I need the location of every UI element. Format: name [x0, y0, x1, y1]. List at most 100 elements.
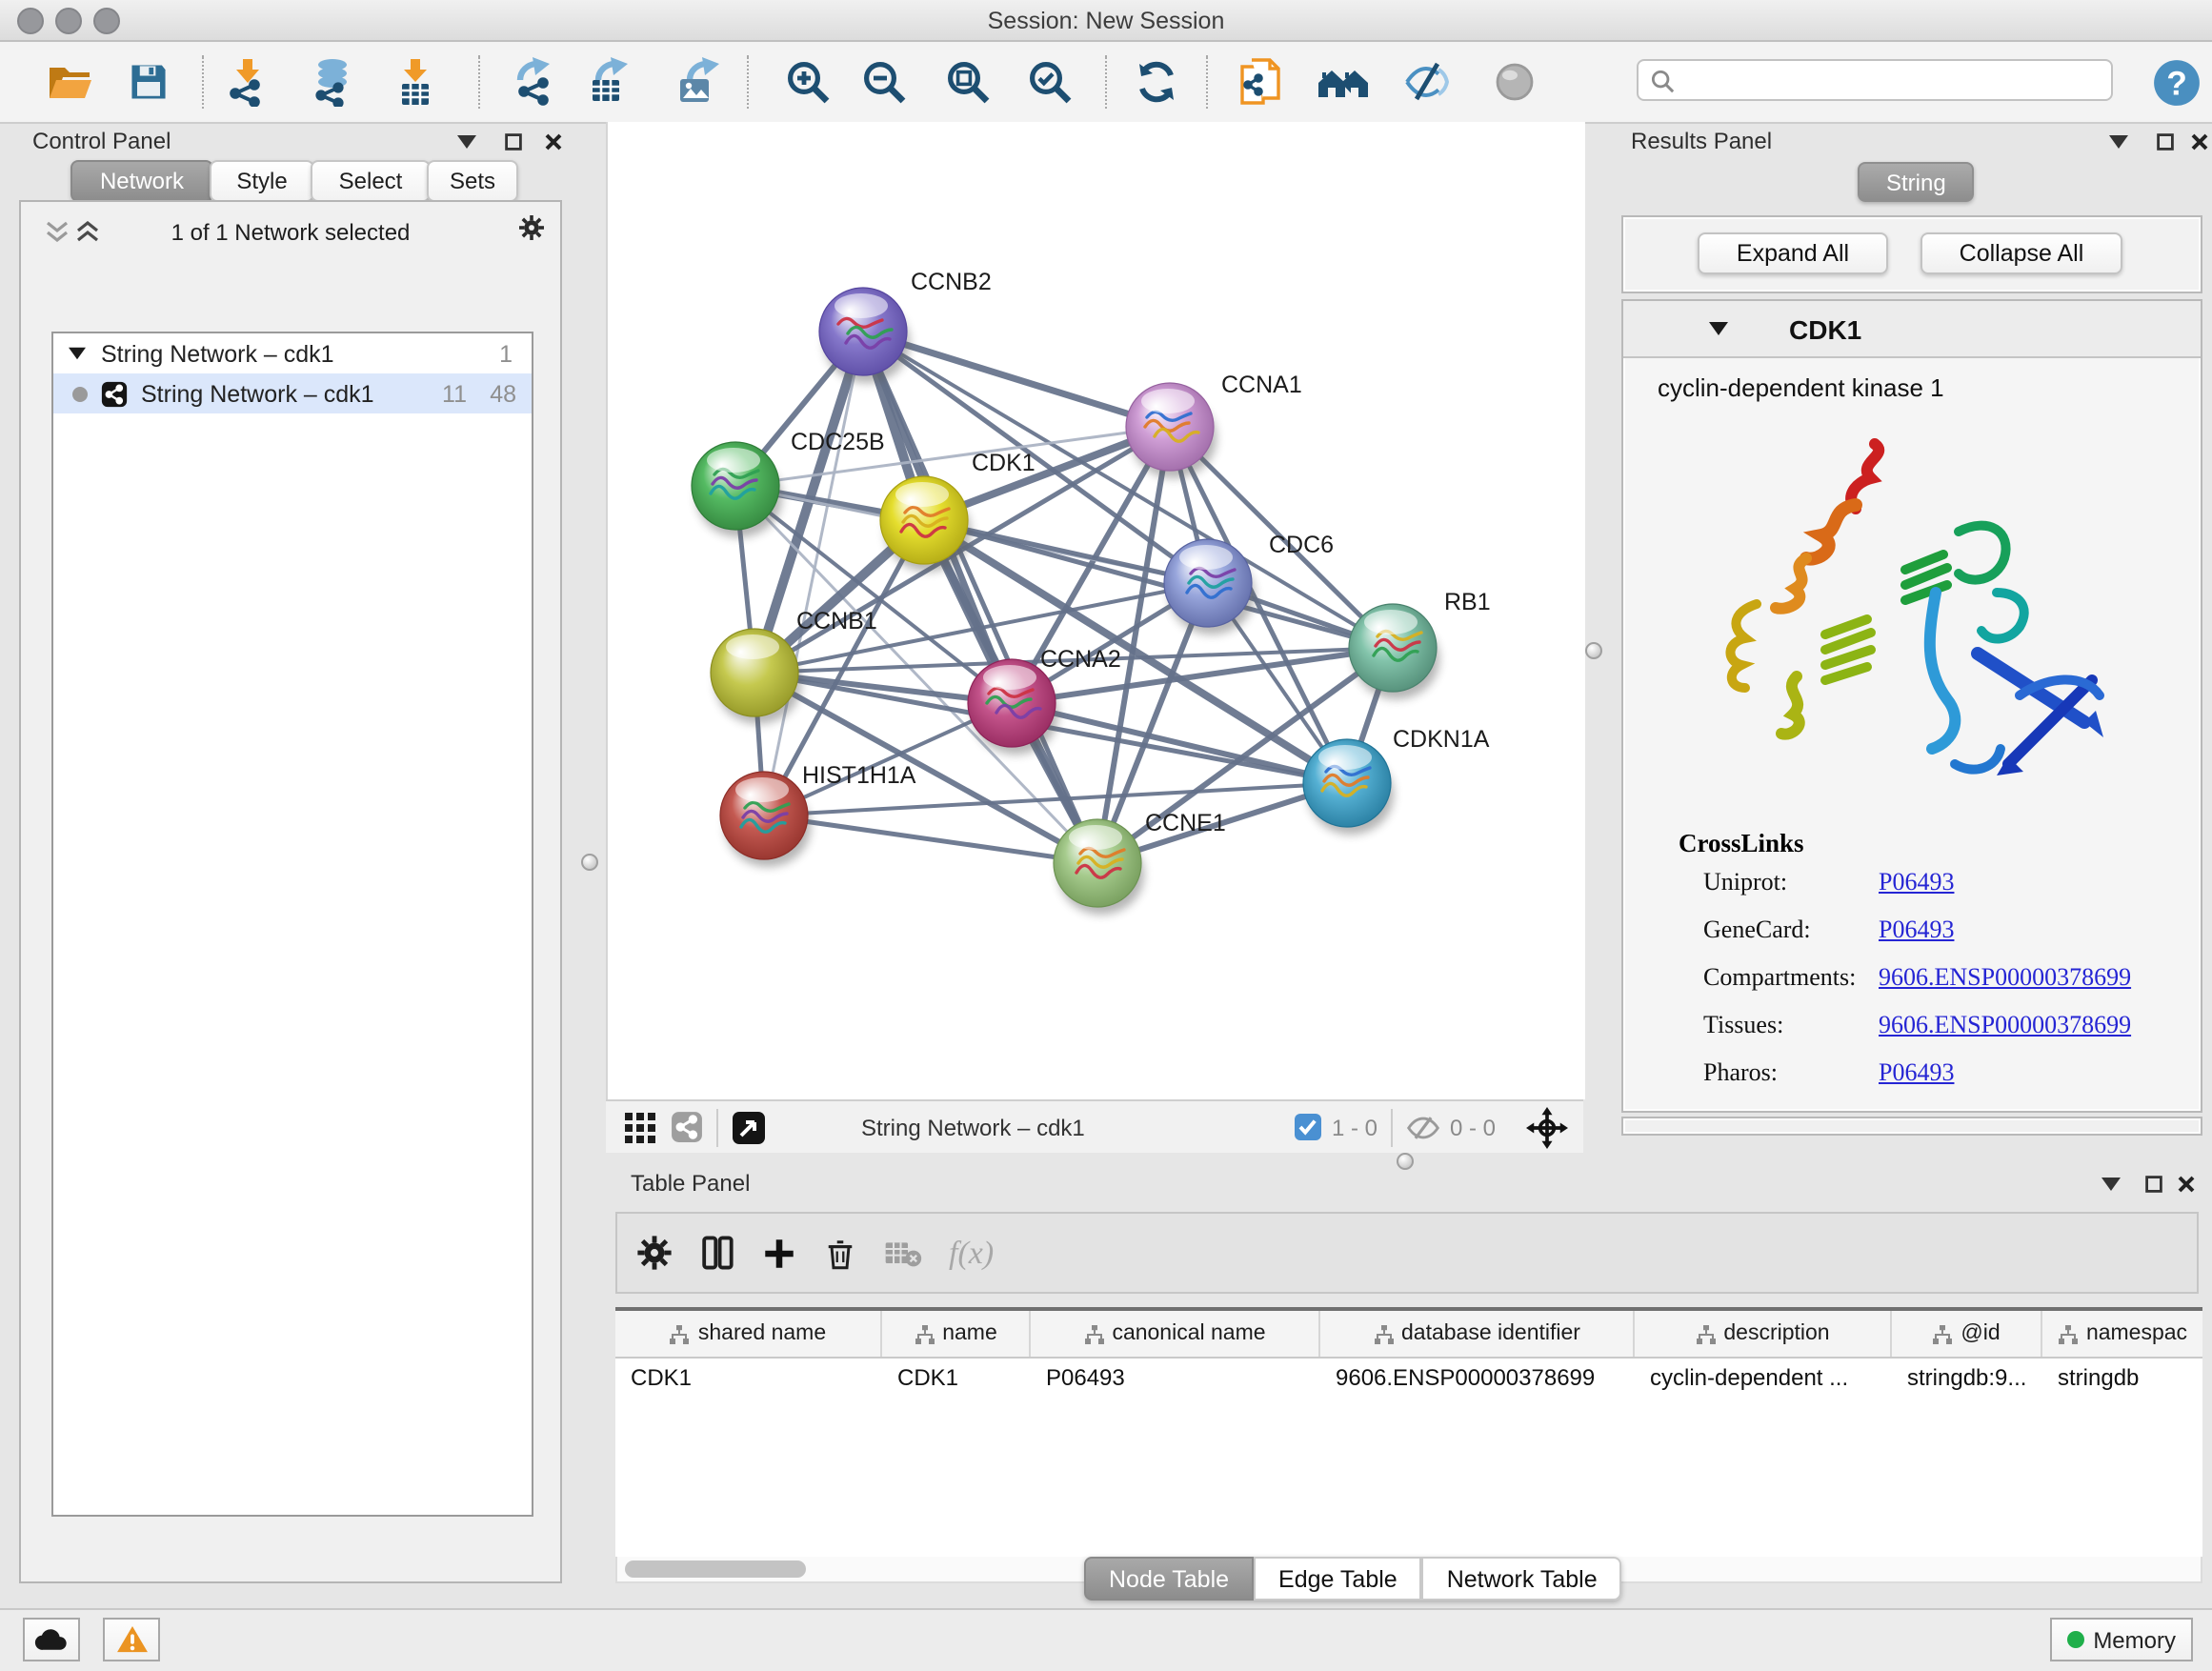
left-splitter-handle[interactable]: [581, 854, 598, 871]
control-panel-menu-button[interactable]: [453, 128, 480, 154]
export-image-button[interactable]: [667, 51, 728, 112]
show-graphics-details-button[interactable]: [1484, 51, 1545, 112]
selected-checkbox-icon[interactable]: [1294, 1113, 1322, 1141]
hidden-eye-icon[interactable]: [1406, 1114, 1440, 1140]
trash-icon: [823, 1236, 857, 1270]
delete-column-button[interactable]: [823, 1236, 857, 1270]
tab-style[interactable]: Style: [210, 160, 314, 202]
node-label: CCNB2: [911, 269, 992, 295]
warning-icon: [115, 1625, 148, 1654]
help-button[interactable]: ?: [2145, 51, 2206, 112]
delete-table-button[interactable]: [884, 1238, 922, 1268]
zoom-selected-button[interactable]: [1019, 51, 1080, 112]
string-view-button[interactable]: [671, 1111, 703, 1143]
column-header-canonical-name[interactable]: canonical name: [1031, 1311, 1320, 1357]
memory-button[interactable]: Memory: [2049, 1618, 2193, 1661]
column-header-database-identifier[interactable]: database identifier: [1320, 1311, 1635, 1357]
uniprot-link[interactable]: P06493: [1879, 867, 2201, 897]
network-canvas[interactable]: CCNB2CCNA1CDC25BCDK1CDC6RB1CCNB1CCNA2CDK…: [606, 122, 1585, 1099]
control-panel-float-button[interactable]: [499, 128, 526, 154]
network-node-HIST1H1A[interactable]: HIST1H1A: [720, 762, 916, 867]
main-toolbar: ?: [0, 42, 2212, 124]
zoom-in-button[interactable]: [777, 51, 838, 112]
add-column-button[interactable]: [762, 1236, 796, 1270]
export-network-button[interactable]: [505, 51, 566, 112]
network-node-CCNB1[interactable]: CCNB1: [711, 608, 877, 724]
tree-expander-icon[interactable]: [69, 347, 86, 360]
open-session-button[interactable]: [38, 51, 99, 112]
import-table-button[interactable]: [385, 51, 446, 112]
import-network-icon: [223, 57, 272, 107]
pan-crosshair-icon[interactable]: [1526, 1106, 1568, 1148]
tab-edge-table[interactable]: Edge Table: [1254, 1557, 1422, 1601]
export-table-button[interactable]: [579, 51, 640, 112]
network-edge[interactable]: [764, 815, 1097, 863]
enhanced-graphics-toggle-button[interactable]: [1397, 51, 1458, 112]
network-collection-row[interactable]: String Network – cdk1 1: [53, 333, 532, 373]
birds-eye-view-button[interactable]: [732, 1110, 766, 1144]
cloud-status-button[interactable]: [23, 1618, 80, 1661]
column-header-namespace[interactable]: namespac: [2042, 1311, 2202, 1357]
table-options-gear-button[interactable]: [636, 1235, 673, 1271]
close-icon: [544, 132, 561, 150]
eye-slash-icon: [1402, 57, 1452, 107]
close-icon: [2190, 132, 2207, 150]
string-import-button[interactable]: [1231, 51, 1292, 112]
network-node-CCNA1[interactable]: CCNA1: [1126, 372, 1302, 478]
pharos-link[interactable]: P06493: [1879, 1057, 2201, 1088]
table-panel-float-button[interactable]: [2140, 1170, 2166, 1197]
network-node-RB1[interactable]: RB1: [1349, 589, 1491, 699]
warnings-button[interactable]: [103, 1618, 160, 1661]
table-panel-menu-button[interactable]: [2098, 1170, 2124, 1197]
toolbar-separator: [1105, 55, 1107, 109]
gene-symbol: CDK1: [1789, 313, 1861, 344]
tab-node-table[interactable]: Node Table: [1084, 1557, 1254, 1601]
control-panel-close-button[interactable]: [539, 128, 566, 154]
apply-layout-button[interactable]: [1126, 51, 1187, 112]
toolbar-separator: [747, 55, 749, 109]
collapse-all-button[interactable]: Collapse All: [1920, 232, 2122, 274]
table-panel-close-button[interactable]: [2172, 1170, 2199, 1197]
import-network-database-button[interactable]: [301, 51, 362, 112]
tissues-link[interactable]: 9606.ENSP00000378699: [1879, 1010, 2201, 1040]
column-header-name[interactable]: name: [882, 1311, 1031, 1357]
column-header-id[interactable]: @id: [1892, 1311, 2042, 1357]
node-label: CDK1: [972, 450, 1036, 476]
show-columns-button[interactable]: [699, 1235, 735, 1271]
network-node-CCNE1[interactable]: CCNE1: [1054, 810, 1226, 915]
gear-icon: [518, 211, 545, 243]
help-icon: ?: [2150, 56, 2202, 108]
string-home-button[interactable]: [1313, 51, 1374, 112]
results-panel-close-button[interactable]: [2185, 128, 2212, 154]
zoom-fit-button[interactable]: [937, 51, 998, 112]
network-row[interactable]: String Network – cdk1 11 48: [53, 373, 532, 413]
tab-string-results[interactable]: String: [1858, 162, 1975, 202]
network-node-CDC25B[interactable]: CDC25B: [692, 429, 885, 537]
zoom-out-button[interactable]: [854, 51, 915, 112]
results-panel-float-button[interactable]: [2151, 128, 2178, 154]
tab-network-table[interactable]: Network Table: [1422, 1557, 1622, 1601]
network-node-CDKN1A[interactable]: CDKN1A: [1303, 726, 1490, 835]
tab-network[interactable]: Network: [70, 160, 213, 202]
save-session-button[interactable]: [118, 51, 179, 112]
import-network-file-button[interactable]: [217, 51, 278, 112]
tab-sets[interactable]: Sets: [427, 160, 518, 202]
results-panel-menu-button[interactable]: [2105, 128, 2132, 154]
genecard-link[interactable]: P06493: [1879, 915, 2201, 945]
search-field[interactable]: [1637, 59, 2113, 101]
formula-builder-button[interactable]: f(x): [949, 1234, 994, 1272]
search-input[interactable]: [1675, 67, 2111, 93]
node-count: 11: [442, 380, 467, 407]
gene-card-header[interactable]: CDK1: [1623, 301, 2201, 358]
scrollbar-thumb[interactable]: [625, 1560, 806, 1578]
expand-all-button[interactable]: Expand All: [1698, 232, 1888, 274]
tab-select[interactable]: Select: [311, 160, 431, 202]
compartments-link[interactable]: 9606.ENSP00000378699: [1879, 962, 2201, 993]
collapse-caret-icon[interactable]: [1709, 322, 1728, 335]
column-header-description[interactable]: description: [1635, 1311, 1892, 1357]
network-options-gear-button[interactable]: [518, 213, 545, 240]
right-splitter-handle[interactable]: [1585, 642, 1602, 659]
grid-mode-button[interactable]: [625, 1112, 655, 1142]
table-row[interactable]: CDK1 CDK1 P06493 9606.ENSP00000378699 cy…: [615, 1359, 2202, 1399]
column-header-shared-name[interactable]: shared name: [615, 1311, 882, 1357]
